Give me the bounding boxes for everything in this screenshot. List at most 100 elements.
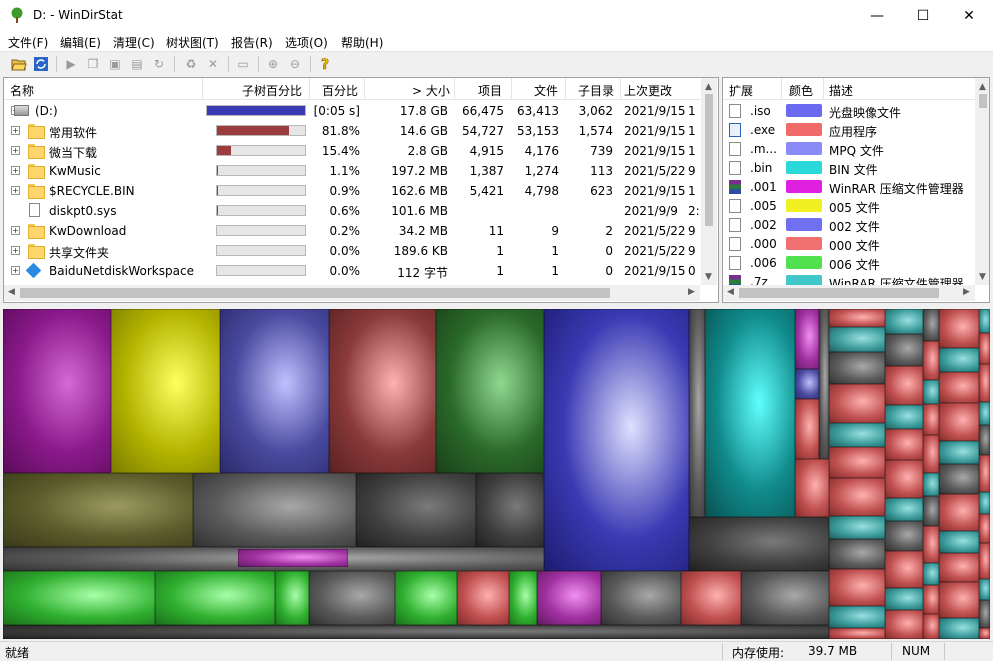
- tree-row[interactable]: + 微当下载 15.4% 2.8 GB 4,915 4,176 739 2021/9/15 1: [4, 141, 704, 161]
- scroll-right-icon[interactable]: ▶: [963, 287, 970, 297]
- treemap-cell[interactable]: [885, 588, 923, 610]
- expand-icon[interactable]: +: [11, 246, 20, 255]
- tree-row[interactable]: + KwMusic 1.1% 197.2 MB 1,387 1,274 113 2021/5/…: [4, 161, 704, 181]
- expand-icon[interactable]: +: [11, 226, 20, 235]
- col-color[interactable]: 颜色: [789, 82, 813, 99]
- expand-icon[interactable]: +: [11, 126, 20, 135]
- treemap-cell[interactable]: [923, 614, 939, 639]
- treemap-cell[interactable]: [939, 494, 979, 531]
- treemap-cell[interactable]: [795, 459, 829, 517]
- treemap-cell[interactable]: [885, 551, 923, 588]
- treemap-cell[interactable]: [220, 309, 329, 473]
- col-files[interactable]: 文件: [534, 82, 558, 99]
- treemap-cell[interactable]: [923, 473, 939, 496]
- treemap-cell[interactable]: [939, 348, 979, 372]
- treemap-cell[interactable]: [395, 571, 457, 625]
- tree-row[interactable]: −(D:)[0:05 s]17.8 GB66,47563,4133,062202…: [4, 101, 704, 121]
- treemap-cell[interactable]: [923, 341, 939, 380]
- treemap-cell[interactable]: [939, 531, 979, 553]
- treemap-cell[interactable]: [309, 571, 395, 625]
- menu-file[interactable]: 文件(F): [8, 34, 48, 51]
- tree-hscrollbar[interactable]: ◀ ▶: [4, 285, 700, 301]
- treemap-cell[interactable]: [939, 553, 979, 582]
- scroll-down-icon[interactable]: ▼: [705, 272, 712, 282]
- treemap-cell[interactable]: [939, 582, 979, 618]
- treemap-cell[interactable]: [979, 628, 990, 639]
- copy-icon[interactable]: ❐: [84, 55, 102, 73]
- col-description[interactable]: 描述: [829, 82, 853, 99]
- treemap-cell[interactable]: [885, 334, 923, 366]
- treemap-cell[interactable]: [885, 460, 923, 498]
- treemap-cell[interactable]: [923, 404, 939, 435]
- treemap-cell[interactable]: [979, 455, 990, 492]
- scroll-up-icon[interactable]: ▲: [705, 82, 712, 92]
- treemap-cell[interactable]: [979, 309, 990, 333]
- treemap-cell[interactable]: [885, 521, 923, 551]
- tree-row[interactable]: diskpt0.sys 0.6% 101.6 MB 2021/9/9 2:1: [4, 201, 707, 221]
- ext-vscroll-thumb[interactable]: [979, 94, 987, 108]
- treemap-cell[interactable]: [509, 571, 537, 625]
- zoom-in-icon[interactable]: ⊕: [264, 55, 282, 73]
- menu-help[interactable]: 帮助(H): [341, 34, 383, 51]
- scroll-left-icon[interactable]: ◀: [727, 287, 734, 297]
- treemap-cell[interactable]: [979, 514, 990, 543]
- treemap-cell[interactable]: [885, 309, 923, 334]
- treemap-cell[interactable]: [829, 309, 885, 327]
- properties-icon[interactable]: ▭: [234, 55, 252, 73]
- recycle-icon[interactable]: ♻: [182, 55, 200, 73]
- treemap-cell[interactable]: [979, 402, 990, 425]
- extension-list[interactable]: 扩展 颜色 描述 .iso 光盘映像文件 .exe 应用程序 .m... MPQ 文件 .b…: [722, 77, 990, 303]
- treemap-cell[interactable]: [829, 423, 885, 447]
- treemap-cell[interactable]: [979, 364, 990, 402]
- col-pct[interactable]: 百分比: [322, 82, 358, 99]
- treemap-cell[interactable]: [923, 380, 939, 404]
- refresh-selected-icon[interactable]: ↻: [150, 55, 168, 73]
- treemap-cell[interactable]: [681, 571, 741, 625]
- cmd-icon[interactable]: ▤: [128, 55, 146, 73]
- treemap-cell[interactable]: [885, 405, 923, 429]
- treemap-cell[interactable]: [979, 543, 990, 579]
- treemap-cell[interactable]: [795, 369, 819, 399]
- treemap-cell[interactable]: [795, 309, 819, 369]
- ext-hscrollbar[interactable]: ◀ ▶: [723, 285, 975, 301]
- treemap-cell[interactable]: [939, 403, 979, 441]
- treemap-cell[interactable]: [829, 606, 885, 628]
- ext-vscrollbar[interactable]: ▲ ▼: [975, 78, 989, 285]
- treemap-cell[interactable]: [689, 517, 829, 571]
- treemap-cell[interactable]: [885, 498, 923, 521]
- close-button[interactable]: ✕: [946, 0, 992, 31]
- help-icon[interactable]: ?: [316, 55, 334, 73]
- col-modified[interactable]: 上次更改: [624, 82, 672, 99]
- tree-row[interactable]: + 共享文件夹 0.0% 189.6 KB 1 1 0 2021/5/22 9: [4, 241, 704, 261]
- treemap-cell[interactable]: [885, 610, 923, 639]
- treemap-cell[interactable]: [705, 309, 795, 517]
- treemap-cell[interactable]: [829, 539, 885, 569]
- maximize-button[interactable]: ☐: [900, 0, 946, 31]
- treemap-cell[interactable]: [3, 473, 193, 547]
- tree-vscroll-thumb[interactable]: [705, 94, 713, 226]
- delete-icon[interactable]: ✕: [204, 55, 222, 73]
- treemap-cell[interactable]: [829, 384, 885, 423]
- treemap-cell[interactable]: [939, 372, 979, 403]
- col-subtree-pct[interactable]: 子树百分比: [242, 82, 302, 99]
- tree-vscrollbar[interactable]: ▲ ▼: [701, 78, 717, 285]
- ext-row[interactable]: .m... MPQ 文件: [723, 139, 975, 158]
- treemap-cell[interactable]: [923, 435, 939, 473]
- col-size[interactable]: > 大小: [412, 82, 450, 99]
- menu-treemap[interactable]: 树状图(T): [166, 34, 219, 51]
- treemap-cell[interactable]: [923, 309, 939, 341]
- explorer-icon[interactable]: ▣: [106, 55, 124, 73]
- zoom-out-icon[interactable]: ⊖: [286, 55, 304, 73]
- ext-row[interactable]: .006 006 文件: [723, 253, 975, 272]
- treemap-cell[interactable]: [885, 366, 923, 405]
- scroll-right-icon[interactable]: ▶: [688, 287, 695, 297]
- treemap-cell[interactable]: [979, 579, 990, 600]
- treemap-cell[interactable]: [979, 600, 990, 628]
- treemap-cell[interactable]: [923, 496, 939, 526]
- play-icon[interactable]: ▶: [62, 55, 80, 73]
- treemap-cell[interactable]: [689, 309, 705, 517]
- treemap-cell[interactable]: [3, 625, 829, 639]
- ext-row[interactable]: .002 002 文件: [723, 215, 975, 234]
- treemap-cell[interactable]: [923, 585, 939, 614]
- scroll-up-icon[interactable]: ▲: [979, 82, 986, 92]
